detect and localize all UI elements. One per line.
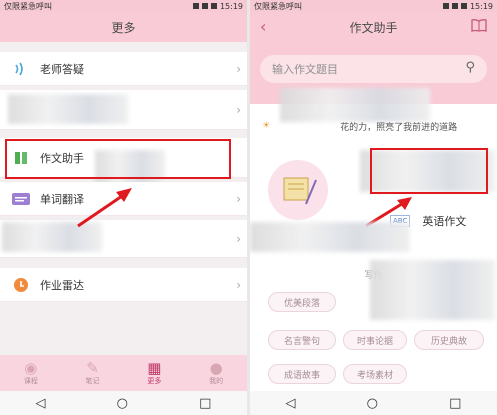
open-book-icon[interactable] [471,18,487,36]
bottom-nav: ◉ 课程 ✎ 笔记 ▦ 更多 ● 我的 [0,355,247,391]
signal-icon [201,3,208,9]
system-nav-bar: ◁ ○ □ [250,391,497,415]
bulb-icon: ☀ [262,121,271,131]
composition-helper-screen: 仅限紧急呼叫 15:19 ‹ 作文助手 输入作文题目 ⚲ ☀ 花的力，照亮了我前… [250,0,497,415]
chevron-right-icon: › [236,277,241,292]
scroll-pen-icon [283,177,317,205]
nav-more[interactable]: ▦ 更多 [147,358,162,386]
recent-square-icon[interactable]: □ [199,396,211,411]
menu-item-homework-radar[interactable]: 作业雷达 › [0,268,247,302]
mosaic-overlay [8,94,128,124]
home-circle-icon[interactable]: ○ [367,396,378,411]
recent-square-icon[interactable]: □ [449,396,461,411]
home-circle-icon[interactable]: ○ [117,396,128,411]
menu-item-label: 老师答疑 [40,62,84,76]
mosaic-overlay [250,222,410,252]
highlight-box [370,148,488,194]
nav-me[interactable]: ● 我的 [209,358,223,386]
red-arrow-icon [77,188,132,228]
composition-illustration[interactable] [268,160,328,220]
status-bar: 仅限紧急呼叫 15:19 [0,0,247,12]
tag-beautiful-paragraph[interactable]: 优美段落 [268,292,336,312]
sim-icon [192,3,199,9]
nav-notes[interactable]: ✎ 笔记 [86,358,100,386]
menu-item-teacher-qa[interactable]: 老师答疑 › [0,52,247,86]
page-title: 更多 [0,12,247,42]
search-input[interactable]: 输入作文题目 ⚲ [260,55,487,83]
grid-icon: ▦ [147,358,162,377]
signal-icon [451,3,458,9]
back-triangle-icon[interactable]: ◁ [36,396,46,411]
chevron-right-icon: › [236,61,241,76]
daily-quote: ☀ 花的力，照亮了我前进的道路 [262,121,458,133]
highlight-box [5,139,231,179]
mosaic-overlay [370,260,495,320]
nav-course[interactable]: ◉ 课程 [24,358,38,386]
battery-icon [460,3,467,9]
user-icon: ● [209,358,223,377]
camera-icon: ◉ [24,358,38,377]
tag-exam-material[interactable]: 考场素材 [343,364,407,384]
system-nav-bar: ◁ ○ □ [0,391,247,415]
chevron-right-icon: › [236,191,241,206]
clock-text: 15:19 [469,1,493,11]
search-icon[interactable]: ⚲ [465,60,475,75]
tag-current-events[interactable]: 时事论据 [343,330,407,350]
pen-icon: ✎ [86,358,99,377]
status-bar: 仅限紧急呼叫 15:19 [250,0,497,12]
more-screen: 仅限紧急呼叫 15:19 更多 老师答疑 › › 作文助手 单词翻译 › › 作… [0,0,247,415]
tag-historical-allusions[interactable]: 历史典故 [414,330,484,350]
tag-idiom-stories[interactable]: 成语故事 [268,364,336,384]
page-title: ‹ 作文助手 [250,12,497,42]
abc-icon [12,190,30,208]
carrier-text: 仅限紧急呼叫 [254,1,302,11]
clock-text: 15:19 [219,1,243,11]
battery-icon [210,3,217,9]
sim-icon [442,3,449,9]
menu-item-label: 作业雷达 [40,278,84,292]
back-chevron-icon[interactable]: ‹ [260,17,266,36]
tag-famous-quotes[interactable]: 名言警句 [268,330,336,350]
wave-icon [12,60,30,78]
radar-icon [12,276,30,294]
chevron-right-icon: › [236,102,241,117]
chevron-right-icon: › [236,231,241,246]
carrier-text: 仅限紧急呼叫 [4,1,52,11]
back-triangle-icon[interactable]: ◁ [286,396,296,411]
